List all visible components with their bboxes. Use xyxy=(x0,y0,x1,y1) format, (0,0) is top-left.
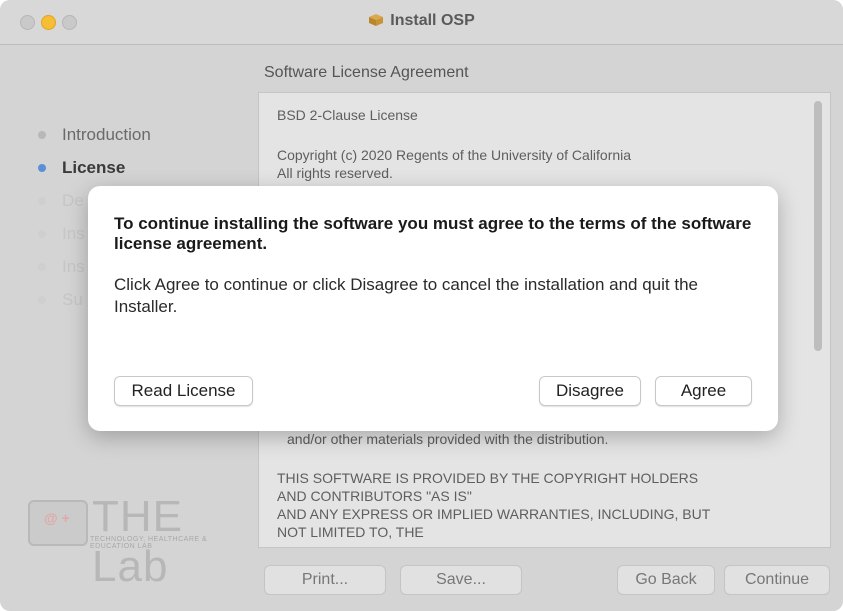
step-label: Ins xyxy=(62,257,85,276)
open-book-icon: @ + xyxy=(28,500,88,546)
step-dot-icon xyxy=(38,131,46,139)
title-bar: Install OSP xyxy=(0,0,843,45)
license-line: NOT LIMITED TO, THE xyxy=(277,524,424,540)
pane-subtitle: Software License Agreement xyxy=(264,64,469,81)
step-label: Ins xyxy=(62,224,85,243)
read-license-button[interactable]: Read License xyxy=(114,376,253,406)
step-dot-icon xyxy=(38,263,46,271)
go-back-button[interactable]: Go Back xyxy=(617,565,715,595)
step-label: Introduction xyxy=(62,125,151,144)
step-dot-icon xyxy=(38,230,46,238)
continue-button[interactable]: Continue xyxy=(724,565,830,595)
license-line: AND ANY EXPRESS OR IMPLIED WARRANTIES, I… xyxy=(277,506,711,522)
license-line: AND CONTRIBUTORS "AS IS" xyxy=(277,488,472,504)
license-line: THIS SOFTWARE IS PROVIDED BY THE COPYRIG… xyxy=(277,470,699,486)
license-line: All rights reserved. xyxy=(277,165,393,181)
step-label: De xyxy=(62,191,84,210)
license-scrollbar[interactable] xyxy=(814,101,822,351)
dialog-title: To continue installing the software you … xyxy=(114,214,752,253)
window-title-text: Install OSP xyxy=(390,12,475,29)
print-button[interactable]: Print... xyxy=(264,565,386,595)
logo-symbol: @ + xyxy=(44,510,70,526)
step-dot-icon xyxy=(38,164,46,172)
agree-button[interactable]: Agree xyxy=(655,376,752,406)
license-line: BSD 2-Clause License xyxy=(277,107,418,123)
license-line: and/or other materials provided with the… xyxy=(287,431,609,447)
dialog-message: Click Agree to continue or click Disagre… xyxy=(114,275,698,316)
license-line: Copyright (c) 2020 Regents of the Univer… xyxy=(277,147,632,163)
disagree-button[interactable]: Disagree xyxy=(539,376,641,406)
package-icon xyxy=(369,14,384,26)
step-dot-icon xyxy=(38,197,46,205)
license-agreement-dialog: To continue installing the software you … xyxy=(88,186,778,431)
installer-window: Install OSP Software License Agreement I… xyxy=(0,0,843,611)
logo-tagline: TECHNOLOGY, HEALTHCARE & EDUCATION LAB xyxy=(90,536,208,550)
step-label: Su xyxy=(62,290,83,309)
window-title: Install OSP xyxy=(0,12,843,30)
step-dot-icon xyxy=(38,296,46,304)
save-button[interactable]: Save... xyxy=(400,565,522,595)
the-lab-logo: @ + THE Lab TECHNOLOGY, HEALTHCARE & EDU… xyxy=(28,490,240,591)
step-label: License xyxy=(62,158,126,177)
